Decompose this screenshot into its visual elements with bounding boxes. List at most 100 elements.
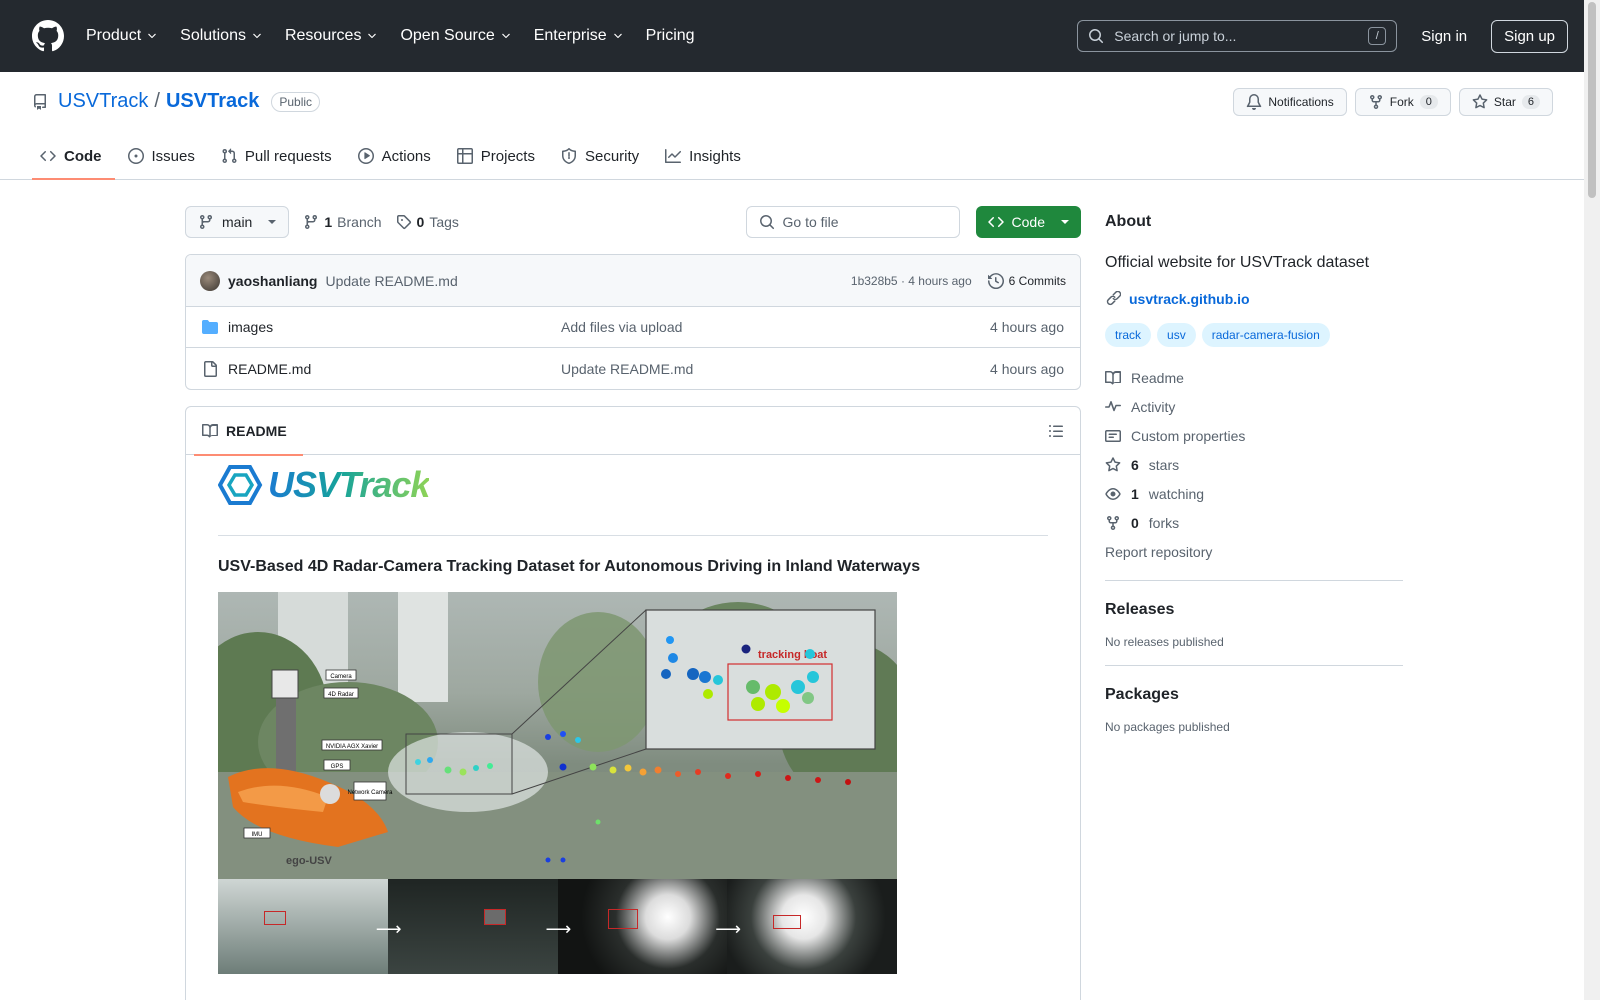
tags-link[interactable]: 0 Tags xyxy=(396,214,459,230)
repo-owner-link[interactable]: USVTrack xyxy=(58,90,148,113)
label-nvidia: NVIDIA AGX Xavier xyxy=(326,744,378,750)
topic-tag[interactable]: radar-camera-fusion xyxy=(1201,323,1330,347)
repo-actions: Notifications Fork 0 Star 6 xyxy=(1233,88,1553,116)
sign-up-button[interactable]: Sign up xyxy=(1491,19,1568,53)
chevron-down-icon xyxy=(253,33,261,39)
sequence-frame: ⟶ xyxy=(715,879,897,974)
branches-link[interactable]: 1 Branch xyxy=(303,214,382,230)
activity-link[interactable]: Activity xyxy=(1105,392,1403,421)
pull-request-icon xyxy=(222,148,237,164)
figure-sequence: ⟶ ⟶ ⟶ xyxy=(218,879,897,974)
nav-pricing[interactable]: Pricing xyxy=(646,27,695,45)
about-sidebar: About Official website for USVTrack data… xyxy=(1105,180,1403,750)
table-row[interactable]: README.md Update README.md 4 hours ago xyxy=(186,348,1080,389)
branch-selector[interactable]: main xyxy=(185,206,290,238)
search-shortcut-key: / xyxy=(1368,27,1387,45)
code-dropdown-button[interactable]: Code xyxy=(975,206,1081,238)
topic-tag[interactable]: track xyxy=(1105,323,1152,347)
book-icon xyxy=(1105,370,1121,384)
notifications-button[interactable]: Notifications xyxy=(1233,88,1347,116)
file-commit-message[interactable]: Update README.md xyxy=(561,361,693,377)
fork-count: 0 xyxy=(1419,95,1438,109)
figure-main-scene: Camera 4D Radar NVIDIA AGX Xavier GPS Ne… xyxy=(218,592,897,879)
pulse-icon xyxy=(1105,400,1121,411)
issue-icon xyxy=(127,148,144,164)
visibility-badge: Public xyxy=(271,91,321,112)
repo-header: USVTrack / USVTrack Public Notifications… xyxy=(0,72,1600,180)
custom-properties-link[interactable]: Custom properties xyxy=(1105,421,1403,450)
report-repository-link[interactable]: Report repository xyxy=(1105,537,1403,566)
about-description: Official website for USVTrack dataset xyxy=(1105,254,1370,271)
commit-meta: 1b328b5 · 4 hours ago 6 Commits xyxy=(851,272,1066,289)
repo-icon xyxy=(33,93,46,110)
nav-enterprise[interactable]: Enterprise xyxy=(534,27,624,45)
tab-issues[interactable]: Issues xyxy=(115,133,208,179)
nav-solutions[interactable]: Solutions xyxy=(180,27,263,45)
tab-insights[interactable]: Insights xyxy=(652,133,754,179)
readme-tab[interactable]: README xyxy=(194,407,303,456)
chevron-down-icon xyxy=(613,33,622,39)
book-icon xyxy=(202,423,218,437)
graph-icon xyxy=(665,149,682,163)
website-link[interactable]: usvtrack.github.io xyxy=(1105,291,1403,307)
fork-button[interactable]: Fork 0 xyxy=(1354,88,1451,116)
readme-heading: USV-Based 4D Radar-Camera Tracking Datas… xyxy=(218,558,921,575)
star-button[interactable]: Star 6 xyxy=(1458,88,1553,116)
packages-title[interactable]: Packages xyxy=(1105,686,1403,704)
main-column: main 1 Branch 0 Tags Go to file Code yao… xyxy=(185,180,1081,1000)
folder-icon xyxy=(202,320,218,334)
chevron-down-icon xyxy=(148,33,156,39)
list-unordered-icon[interactable] xyxy=(1048,423,1064,439)
nav-product[interactable]: Product xyxy=(86,27,158,45)
tab-code[interactable]: Code xyxy=(32,133,115,180)
label-camera: Camera xyxy=(330,674,352,680)
table-row[interactable]: images Add files via upload 4 hours ago xyxy=(186,307,1080,348)
tab-pull-requests[interactable]: Pull requests xyxy=(208,133,345,179)
stars-link[interactable]: 6 stars xyxy=(1105,450,1403,479)
watching-link[interactable]: 1 watching xyxy=(1105,479,1403,508)
file-commit-message[interactable]: Add files via upload xyxy=(561,319,682,335)
file-icon xyxy=(204,360,217,377)
note-icon xyxy=(1105,429,1121,442)
tab-actions[interactable]: Actions xyxy=(345,133,444,179)
readme-link[interactable]: Readme xyxy=(1105,363,1403,392)
about-title: About xyxy=(1105,213,1152,230)
scrollbar-thumb[interactable] xyxy=(1588,2,1596,198)
avatar[interactable] xyxy=(200,270,220,291)
file-name[interactable]: README.md xyxy=(228,361,561,377)
top-nav: Product Solutions Resources Open Source … xyxy=(86,27,695,45)
divider xyxy=(1105,665,1403,666)
global-search-input[interactable]: Search or jump to... / xyxy=(1077,20,1398,52)
arrow-right-icon: ⟶ xyxy=(375,919,402,939)
forks-link[interactable]: 0 forks xyxy=(1105,508,1403,537)
label-imu: IMU xyxy=(252,832,263,838)
divider xyxy=(1105,580,1403,581)
repo-tabs: Code Issues Pull requests Actions Projec… xyxy=(32,133,754,180)
readme-figure: Camera 4D Radar NVIDIA AGX Xavier GPS Ne… xyxy=(218,592,897,974)
commit-author[interactable]: yaoshanliang xyxy=(228,273,317,289)
readme-header: README xyxy=(186,407,1080,456)
nav-resources[interactable]: Resources xyxy=(285,27,378,45)
commit-message[interactable]: Update README.md xyxy=(325,273,457,289)
usvtrack-logo: USVTrack xyxy=(218,464,1048,536)
github-logo-icon[interactable] xyxy=(32,20,64,52)
label-tracking-boat: tracking boat xyxy=(758,649,827,661)
readme-body: USVTrack USV-Based 4D Radar-Camera Track… xyxy=(186,455,1080,1000)
releases-title[interactable]: Releases xyxy=(1105,601,1403,619)
repo-name-link[interactable]: USVTrack xyxy=(166,90,259,113)
tab-projects[interactable]: Projects xyxy=(444,133,548,179)
tag-icon xyxy=(396,215,411,230)
topic-tag[interactable]: usv xyxy=(1157,323,1196,347)
sequence-frame xyxy=(218,879,388,974)
readme-panel: README USVTrack USV-Based 4D Radar-Camer… xyxy=(185,406,1081,1000)
file-time: 4 hours ago xyxy=(990,319,1064,335)
page-scrollbar[interactable] xyxy=(1584,0,1600,1000)
sign-in-link[interactable]: Sign in xyxy=(1411,28,1477,45)
nav-open-source[interactable]: Open Source xyxy=(400,27,511,45)
tab-security[interactable]: Security xyxy=(548,133,652,179)
star-count: 6 xyxy=(1521,95,1540,109)
file-name[interactable]: images xyxy=(228,319,561,335)
commits-link[interactable]: 6 Commits xyxy=(987,272,1066,289)
go-to-file-input[interactable]: Go to file xyxy=(745,206,960,238)
commit-hash-time[interactable]: 1b328b5 · 4 hours ago xyxy=(851,274,972,288)
